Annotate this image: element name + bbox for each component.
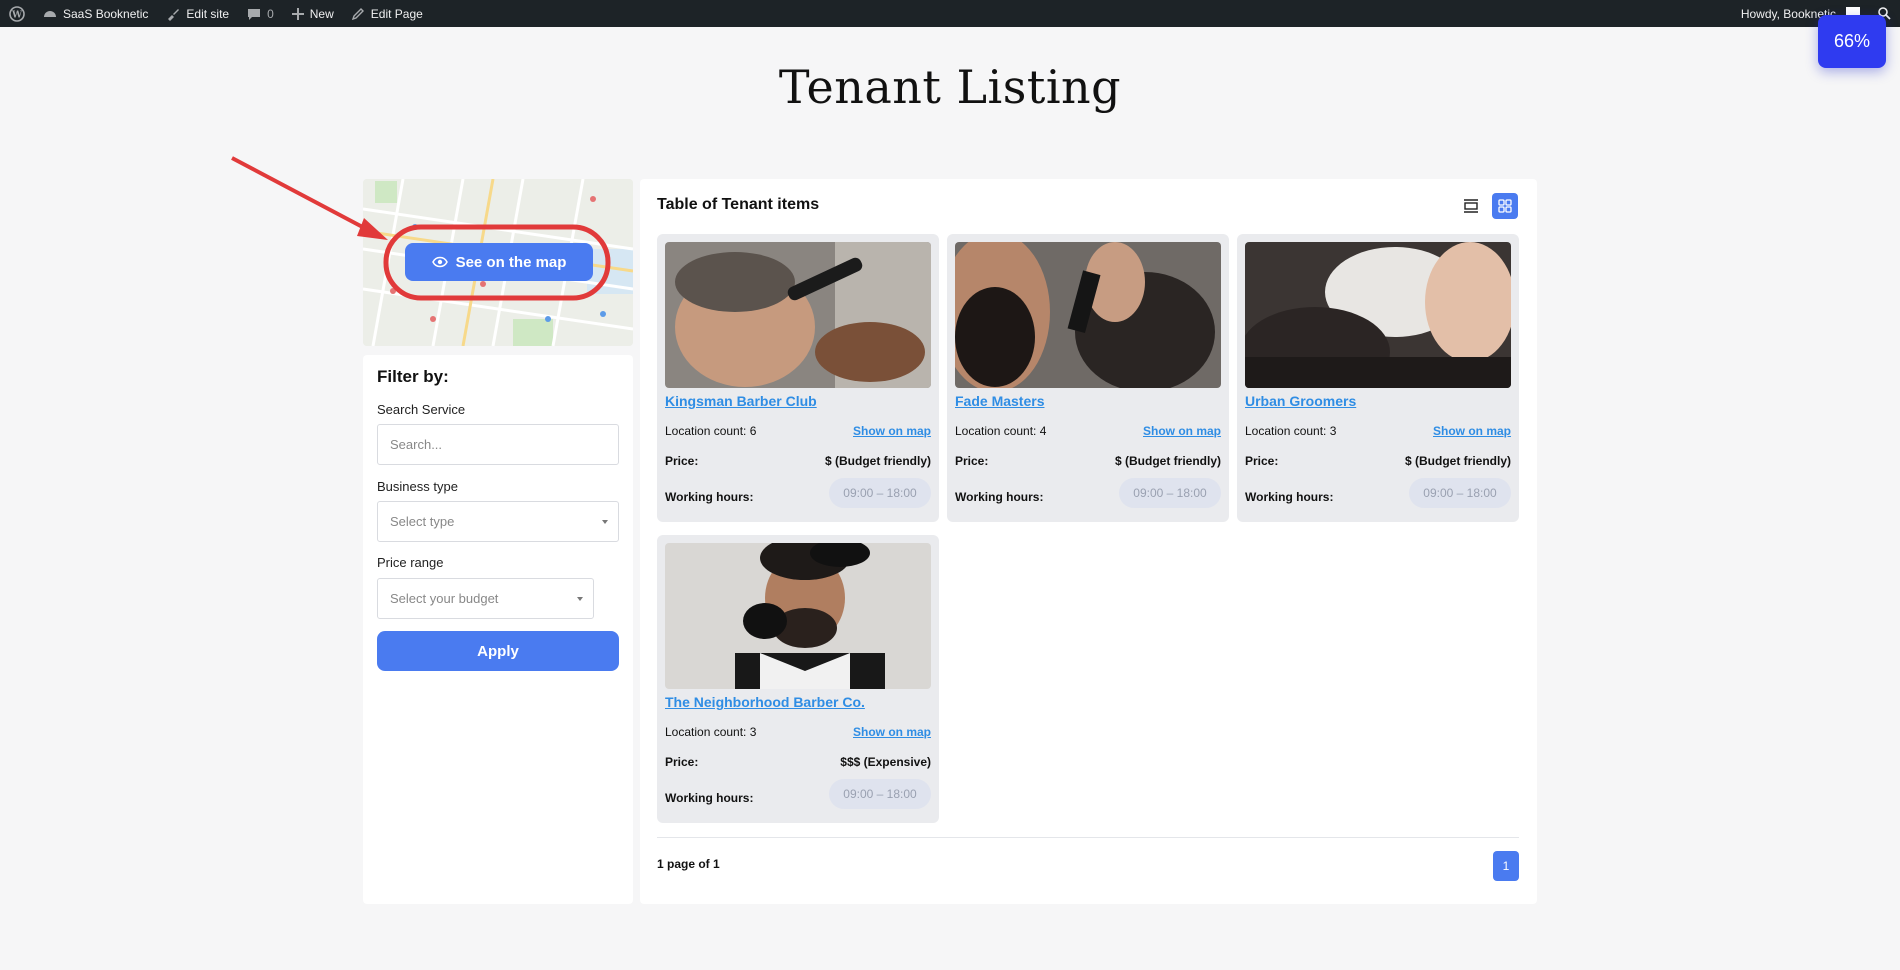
tenant-list-panel: Table of Tenant items Kingsman Barber Cl… xyxy=(640,179,1537,904)
list-view-icon xyxy=(1464,199,1478,213)
comments-count: 0 xyxy=(267,6,274,21)
new-content-link[interactable]: New xyxy=(283,0,343,27)
filter-panel: Filter by: Search Service Search... Busi… xyxy=(363,355,633,904)
tenant-photo[interactable] xyxy=(665,543,931,689)
tenant-card: The Neighborhood Barber Co. Location cou… xyxy=(657,535,939,823)
show-on-map-link[interactable]: Show on map xyxy=(853,424,931,438)
edit-page-label: Edit Page xyxy=(370,6,423,21)
admin-bar: W SaaS Booknetic Edit site 0 New Edit Pa… xyxy=(0,0,1900,27)
price-range-select[interactable]: Select your budget xyxy=(377,578,594,619)
show-on-map-link[interactable]: Show on map xyxy=(1143,424,1221,438)
tenant-name-link[interactable]: The Neighborhood Barber Co. xyxy=(665,694,865,710)
comments-link[interactable]: 0 xyxy=(238,0,283,27)
working-hours-label: Working hours: xyxy=(665,791,754,805)
search-service-input[interactable]: Search... xyxy=(377,424,619,465)
business-type-select[interactable]: Select type xyxy=(377,501,619,542)
working-hours-badge: 09:00 – 18:00 xyxy=(1409,478,1511,508)
working-hours-badge: 09:00 – 18:00 xyxy=(1119,478,1221,508)
price-value: $ (Budget friendly) xyxy=(1404,454,1511,468)
plus-icon xyxy=(291,7,304,20)
working-hours-badge: 09:00 – 18:00 xyxy=(829,779,931,809)
working-hours-label: Working hours: xyxy=(1245,490,1334,504)
price-label: Price: xyxy=(665,454,699,468)
search-service-label: Search Service xyxy=(377,402,466,417)
grid-view-icon xyxy=(1498,199,1512,213)
working-hours-badge: 09:00 – 18:00 xyxy=(829,478,931,508)
edit-page-link[interactable]: Edit Page xyxy=(343,0,432,27)
show-on-map-link[interactable]: Show on map xyxy=(1433,424,1511,438)
business-type-value: Select type xyxy=(390,514,455,529)
divider xyxy=(657,837,1519,838)
tenant-name-link[interactable]: Kingsman Barber Club xyxy=(665,393,817,409)
tenant-name-link[interactable]: Urban Groomers xyxy=(1245,393,1356,409)
show-on-map-link[interactable]: Show on map xyxy=(853,725,931,739)
edit-site-link[interactable]: Edit site xyxy=(157,0,238,27)
location-count: Location count: 3 xyxy=(665,725,757,739)
price-label: Price: xyxy=(665,755,699,769)
see-on-map-button[interactable]: See on the map xyxy=(405,243,593,281)
eye-icon xyxy=(431,256,448,268)
pagination-info: 1 page of 1 xyxy=(657,857,720,871)
tenant-photo[interactable] xyxy=(1245,242,1511,388)
location-count: Location count: 3 xyxy=(1245,424,1337,438)
brush-icon xyxy=(168,8,180,21)
grid-view-button[interactable] xyxy=(1492,193,1518,219)
tenant-photo[interactable] xyxy=(955,242,1221,388)
price-value: $$$ (Expensive) xyxy=(840,755,931,769)
price-range-label: Price range xyxy=(377,555,444,570)
see-on-map-label: See on the map xyxy=(455,253,567,271)
caret-down-icon xyxy=(577,597,583,601)
business-type-label: Business type xyxy=(377,479,458,494)
filter-title: Filter by: xyxy=(377,367,449,386)
pencil-icon xyxy=(351,8,364,20)
tenant-name-link[interactable]: Fade Masters xyxy=(955,393,1044,409)
list-view-button[interactable] xyxy=(1458,193,1484,219)
location-count: Location count: 4 xyxy=(955,424,1047,438)
dashboard-icon xyxy=(44,10,56,17)
location-count: Location count: 6 xyxy=(665,424,757,438)
site-name-link[interactable]: SaaS Booknetic xyxy=(34,0,157,27)
caret-down-icon xyxy=(602,520,608,524)
site-name: SaaS Booknetic xyxy=(63,6,149,21)
svg-text:W: W xyxy=(11,10,23,20)
comment-icon xyxy=(248,8,261,20)
price-label: Price: xyxy=(955,454,989,468)
panel-title: Table of Tenant items xyxy=(657,196,820,213)
price-value: $ (Budget friendly) xyxy=(824,454,931,468)
apply-button[interactable]: Apply xyxy=(377,631,619,671)
price-label: Price: xyxy=(1245,454,1279,468)
wordpress-logo-icon[interactable]: W xyxy=(0,0,34,27)
tenant-photo[interactable] xyxy=(665,242,931,388)
edit-site-label: Edit site xyxy=(186,6,230,21)
page-title: Tenant Listing xyxy=(778,60,1122,114)
price-value: $ (Budget friendly) xyxy=(1114,454,1221,468)
working-hours-label: Working hours: xyxy=(955,490,1044,504)
tenant-card: Fade Masters Location count: 4 Show on m… xyxy=(947,234,1229,522)
price-range-value: Select your budget xyxy=(390,591,499,606)
tenant-card: Urban Groomers Location count: 3 Show on… xyxy=(1237,234,1519,522)
working-hours-label: Working hours: xyxy=(665,490,754,504)
search-placeholder: Search... xyxy=(390,437,443,452)
page-1-button[interactable]: 1 xyxy=(1493,851,1519,881)
tenant-card: Kingsman Barber Club Location count: 6 S… xyxy=(657,234,939,522)
new-label: New xyxy=(309,6,334,21)
